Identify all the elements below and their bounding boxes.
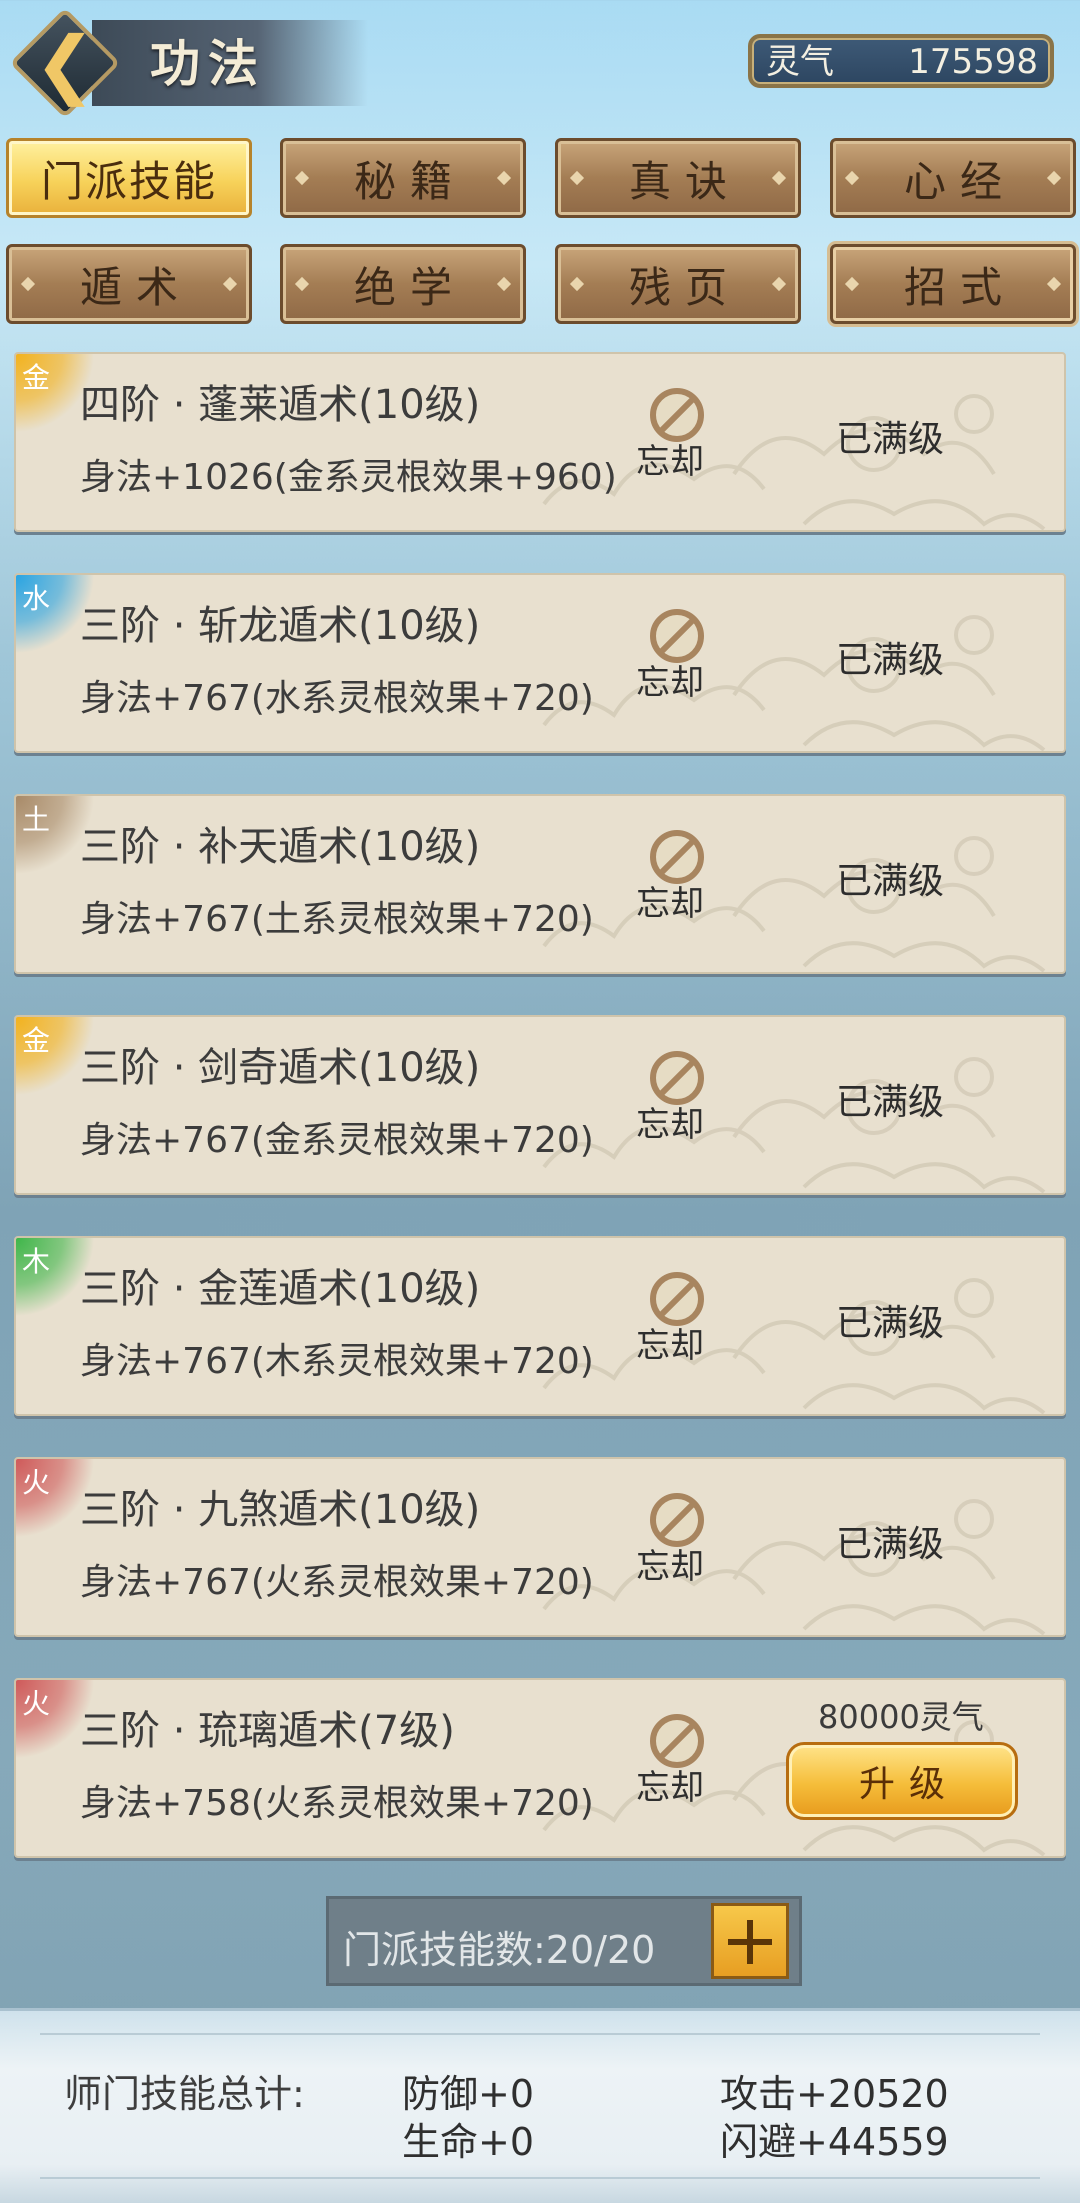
max-level-status: 已满级 — [836, 1303, 945, 1344]
cloud-pattern-icon — [542, 1057, 1046, 1193]
element-label: 木 — [22, 1245, 51, 1278]
cloud-pattern-icon — [542, 836, 1046, 972]
summary-attack: 攻击+20520 — [720, 2072, 949, 2116]
element-label: 金 — [22, 361, 51, 394]
upgrade-button[interactable]: 升级 — [786, 1742, 1018, 1820]
skill-name: 三阶 · 剑奇遁术(10级) — [80, 1045, 481, 1091]
cloud-pattern-icon — [542, 1278, 1046, 1414]
summary-defense: 防御+0 — [402, 2072, 535, 2116]
tab-label: 绝学 — [353, 262, 466, 312]
tab-true-formula[interactable]: 真诀 — [555, 138, 801, 218]
tab-label: 心经 — [903, 156, 1016, 206]
tab-secret-books[interactable]: 秘籍 — [280, 138, 526, 218]
forget-label: 忘却 — [636, 1768, 704, 1808]
forget-button[interactable]: 忘却 — [632, 607, 722, 717]
skill-card[interactable]: 火三阶 · 琉璃遁术(7级) 身法+758(火系灵根效果+720) 忘却 80000灵… — [14, 1678, 1066, 1858]
skill-name: 三阶 · 琉璃遁术(7级) — [80, 1708, 455, 1754]
max-level-status: 已满级 — [836, 1082, 945, 1123]
skill-name: 三阶 · 斩龙遁术(10级) — [80, 603, 481, 649]
back-arrow-icon[interactable]: ❮ — [30, 22, 100, 106]
forget-label: 忘却 — [636, 663, 704, 703]
forget-label: 忘却 — [636, 1547, 704, 1587]
skill-name: 三阶 · 补天遁术(10级) — [80, 824, 481, 870]
currency-display: 灵气 175598 — [748, 34, 1054, 88]
forget-label: 忘却 — [636, 1105, 704, 1145]
summary-dodge: 闪避+44559 — [720, 2120, 949, 2164]
tab-label: 门派技能 — [40, 156, 217, 206]
tab-fragments[interactable]: 残页 — [555, 244, 801, 324]
tab-label: 秘籍 — [353, 156, 466, 206]
forget-label: 忘却 — [636, 442, 704, 482]
skill-card[interactable]: 金四阶 · 蓬莱遁术(10级) 身法+1026(金系灵根效果+960) 忘却 已满级 — [14, 352, 1066, 532]
tab-ultimate-skills[interactable]: 绝学 — [280, 244, 526, 324]
tab-label: 真诀 — [628, 156, 741, 206]
forget-label: 忘却 — [636, 1326, 704, 1366]
skill-description: 身法+1026(金系灵根效果+960) — [80, 457, 617, 498]
cloud-pattern-icon — [542, 615, 1046, 751]
add-slot-button[interactable] — [711, 1903, 789, 1979]
skill-description: 身法+767(金系灵根效果+720) — [80, 1120, 594, 1161]
cloud-pattern-icon — [542, 1499, 1046, 1635]
forget-button[interactable]: 忘却 — [632, 1712, 722, 1822]
skill-description: 身法+767(火系灵根效果+720) — [80, 1562, 594, 1603]
forget-button[interactable]: 忘却 — [632, 386, 722, 496]
skill-description: 身法+758(火系灵根效果+720) — [80, 1783, 594, 1824]
tab-label: 遁术 — [79, 262, 192, 312]
skill-card[interactable]: 火三阶 · 九煞遁术(10级) 身法+767(火系灵根效果+720) 忘却 已满级 — [14, 1457, 1066, 1637]
skill-description: 身法+767(水系灵根效果+720) — [80, 678, 594, 719]
skill-name: 四阶 · 蓬莱遁术(10级) — [80, 382, 481, 428]
max-level-status: 已满级 — [836, 861, 945, 902]
element-label: 火 — [22, 1466, 51, 1499]
element-label: 火 — [22, 1687, 51, 1720]
skill-description: 身法+767(土系灵根效果+720) — [80, 899, 594, 940]
skill-count-text: 门派技能数:20/20 — [343, 1928, 656, 1972]
forget-button[interactable]: 忘却 — [632, 1491, 722, 1601]
currency-label: 灵气 — [766, 42, 834, 82]
tab-label: 招式 — [903, 262, 1016, 312]
skill-description: 身法+767(木系灵根效果+720) — [80, 1341, 594, 1382]
element-label: 金 — [22, 1024, 51, 1057]
skill-name: 三阶 · 金莲遁术(10级) — [80, 1266, 481, 1312]
skill-card[interactable]: 水三阶 · 斩龙遁术(10级) 身法+767(水系灵根效果+720) 忘却 已满级 — [14, 573, 1066, 753]
currency-value: 175598 — [908, 42, 1038, 82]
forget-label: 忘却 — [636, 884, 704, 924]
tab-moves[interactable]: 招式 — [830, 244, 1076, 324]
forget-button[interactable]: 忘却 — [632, 828, 722, 938]
upgrade-label: 升级 — [858, 1764, 959, 1805]
skill-card[interactable]: 土三阶 · 补天遁术(10级) 身法+767(土系灵根效果+720) 忘却 已满级 — [14, 794, 1066, 974]
element-label: 水 — [22, 582, 51, 615]
element-label: 土 — [22, 803, 51, 836]
category-tabs: 门派技能 秘籍 真诀 心经 遁术 绝学 残页 招式 — [0, 138, 1080, 328]
max-level-status: 已满级 — [836, 419, 945, 460]
summary-life: 生命+0 — [402, 2120, 535, 2164]
upgrade-cost: 80000灵气 — [818, 1698, 984, 1736]
skill-card[interactable]: 金三阶 · 剑奇遁术(10级) 身法+767(金系灵根效果+720) 忘却 已满级 — [14, 1015, 1066, 1195]
forget-button[interactable]: 忘却 — [632, 1270, 722, 1380]
tab-sect-skills[interactable]: 门派技能 — [6, 138, 252, 218]
page-title: 功法 — [150, 34, 266, 93]
forget-button[interactable]: 忘却 — [632, 1049, 722, 1159]
max-level-status: 已满级 — [836, 640, 945, 681]
max-level-status: 已满级 — [836, 1524, 945, 1565]
tab-label: 残页 — [628, 262, 741, 312]
skill-count-bar: 门派技能数:20/20 — [326, 1896, 802, 1986]
skill-card[interactable]: 木三阶 · 金莲遁术(10级) 身法+767(木系灵根效果+720) 忘却 已满级 — [14, 1236, 1066, 1416]
skill-name: 三阶 · 九煞遁术(10级) — [80, 1487, 481, 1533]
summary-label: 师门技能总计: — [64, 2072, 305, 2116]
cloud-pattern-icon — [542, 394, 1046, 530]
top-bar: ❮ 功法 灵气 175598 — [0, 0, 1080, 125]
divider — [40, 2033, 1040, 2035]
tab-heart-sutra[interactable]: 心经 — [830, 138, 1076, 218]
divider — [40, 2177, 1040, 2179]
summary-panel: 师门技能总计: 防御+0 生命+0 攻击+20520 闪避+44559 — [0, 2008, 1080, 2203]
tab-escape-arts[interactable]: 遁术 — [6, 244, 252, 324]
